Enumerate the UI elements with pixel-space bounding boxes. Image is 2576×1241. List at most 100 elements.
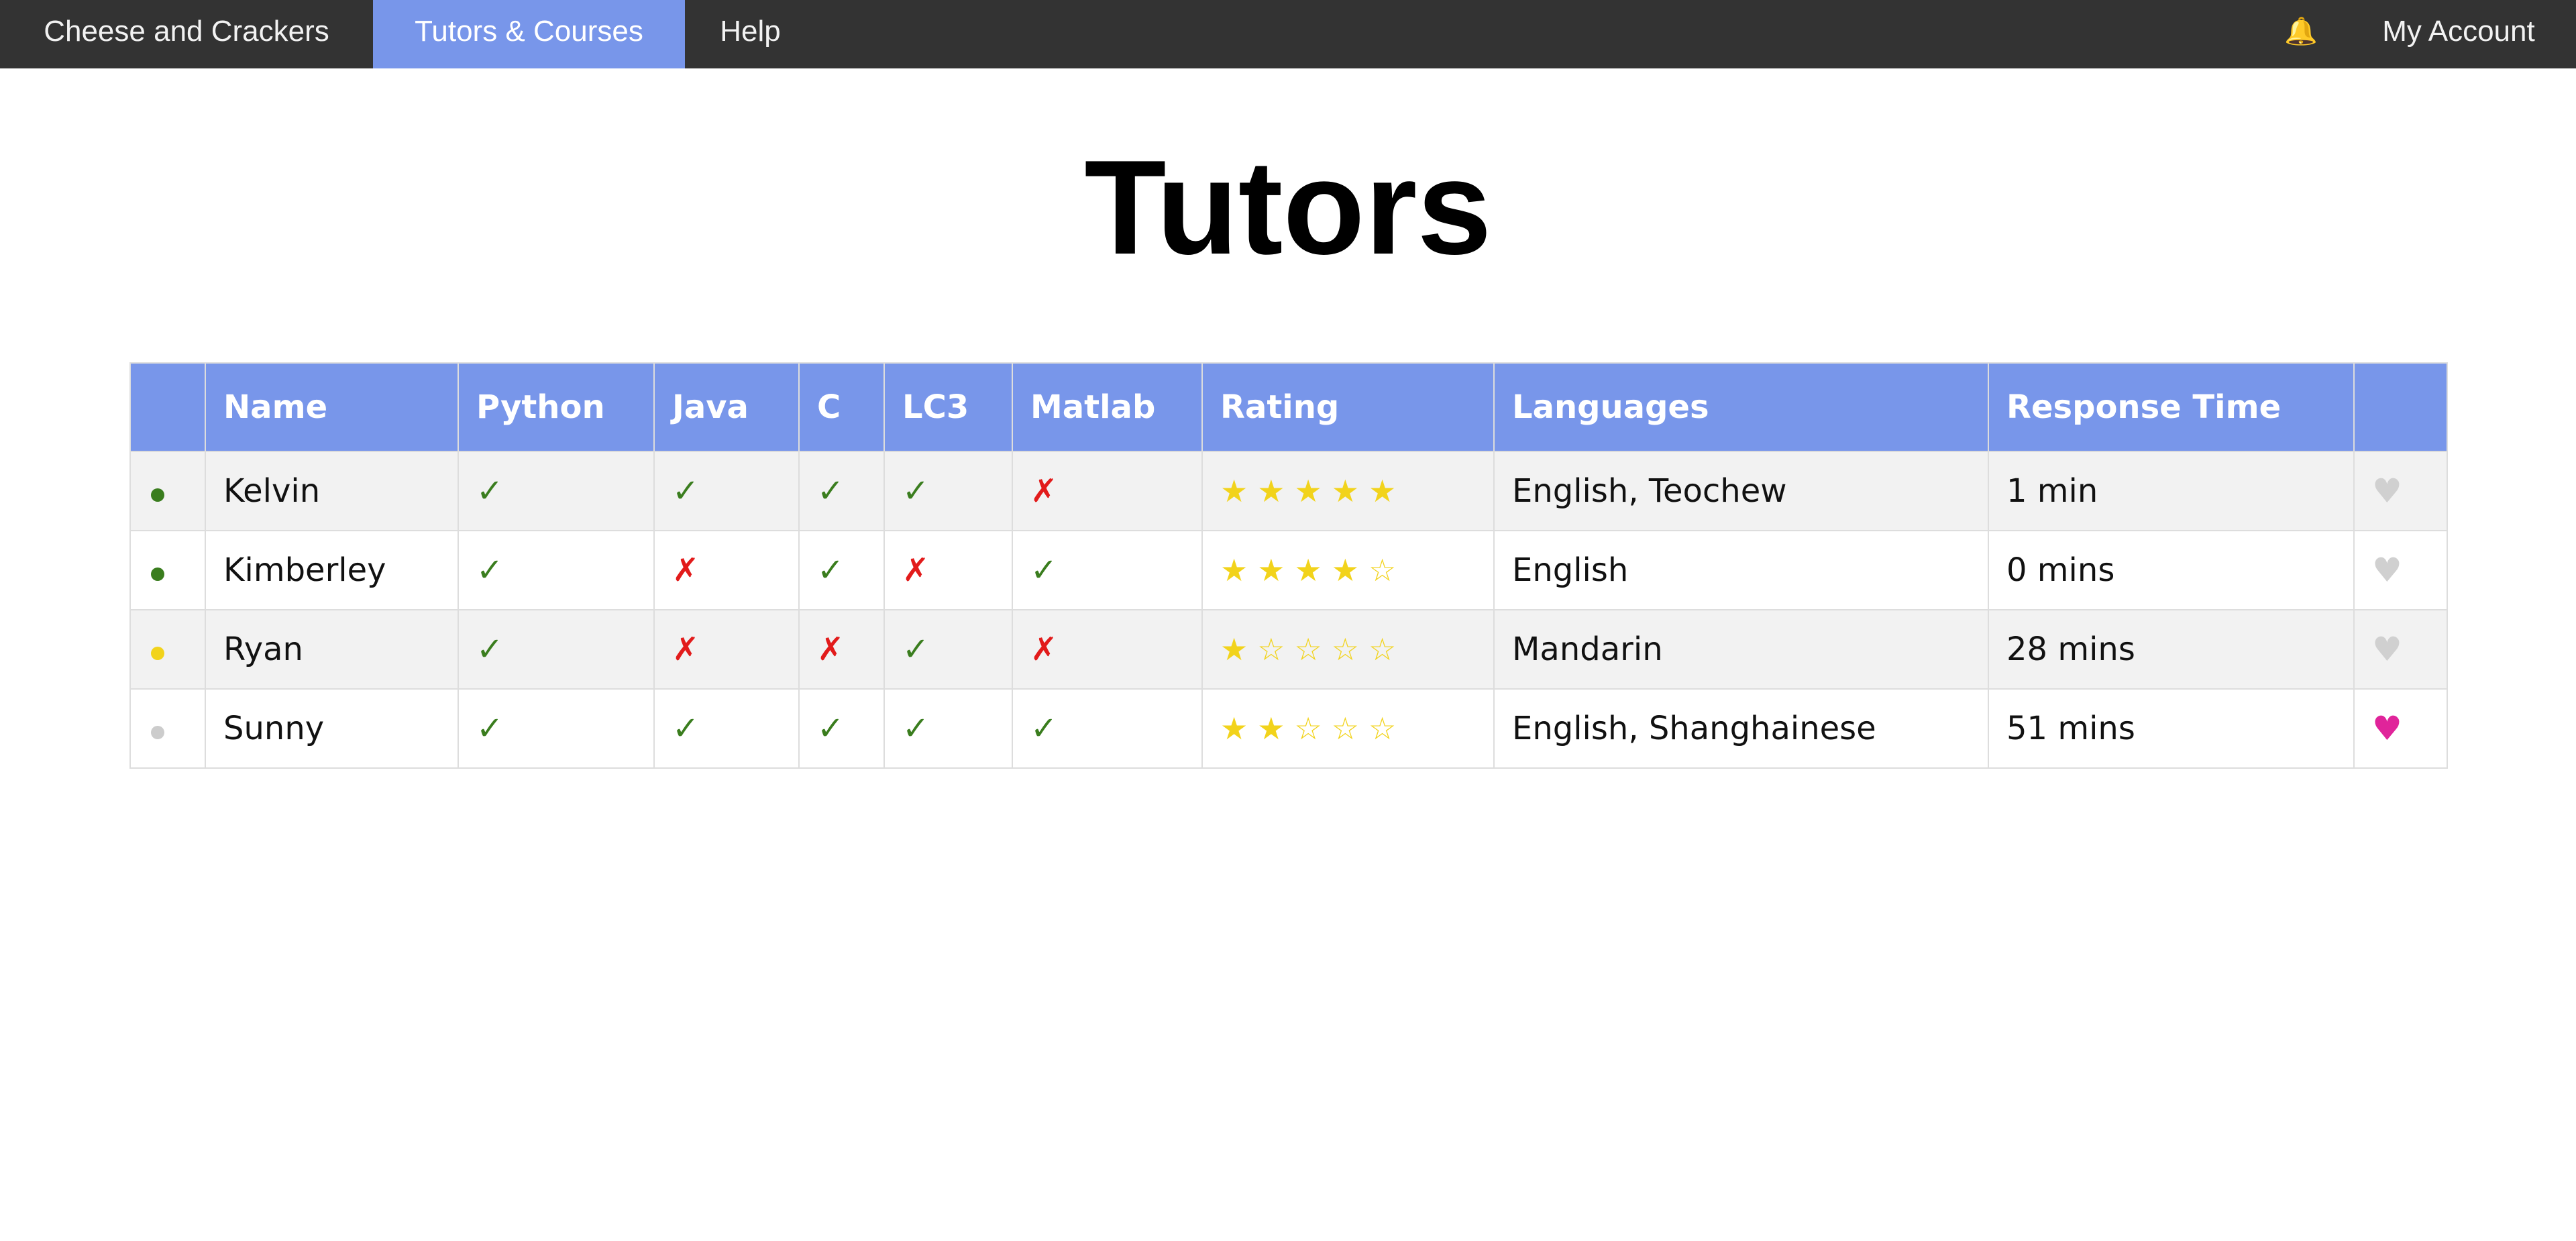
header-python[interactable]: Python xyxy=(458,362,655,452)
cross-icon: ✗ xyxy=(672,551,700,589)
top-nav: Cheese and Crackers Tutors & Courses Hel… xyxy=(0,0,2576,68)
header-name[interactable]: Name xyxy=(205,362,459,452)
response-time-cell: 0 mins xyxy=(1988,530,2355,610)
tutor-name[interactable]: Sunny xyxy=(205,688,459,769)
tutor-name[interactable]: Kelvin xyxy=(205,451,459,531)
table-header-row: Name Python Java C LC3 Matlab Rating Lan… xyxy=(129,362,2448,452)
bell-icon[interactable]: 🔔 xyxy=(2267,0,2334,68)
rating-cell: ★★☆☆☆ xyxy=(1201,688,1495,769)
check-icon: ✓ xyxy=(1030,710,1058,747)
skill-cell-python: ✓ xyxy=(458,451,655,531)
nav-help-link[interactable]: Help xyxy=(685,0,816,68)
rating-cell: ★☆☆☆☆ xyxy=(1201,609,1495,690)
check-icon: ✓ xyxy=(476,551,504,589)
table-row[interactable]: Sunny ✓ ✓ ✓ ✓ ✓ ★★☆☆☆ English, Shanghainese 51 m… xyxy=(129,688,2448,769)
languages-cell: Mandarin xyxy=(1493,609,1989,690)
cross-icon: ✗ xyxy=(672,631,700,668)
status-dot-icon xyxy=(151,647,164,660)
favorite-cell: ♥ xyxy=(2353,688,2448,769)
star-rating-icon: ★★☆☆☆ xyxy=(1220,710,1406,747)
tutor-name[interactable]: Ryan xyxy=(205,609,459,690)
header-c[interactable]: C xyxy=(798,362,885,452)
check-icon: ✓ xyxy=(902,710,930,747)
skill-cell-matlab: ✗ xyxy=(1012,609,1203,690)
status-cell xyxy=(129,451,206,531)
header-java[interactable]: Java xyxy=(653,362,800,452)
check-icon: ✓ xyxy=(476,472,504,510)
header-lc3[interactable]: LC3 xyxy=(883,362,1013,452)
tutors-table: Name Python Java C LC3 Matlab Rating Lan… xyxy=(129,362,2448,769)
cross-icon: ✗ xyxy=(902,551,930,589)
check-icon: ✓ xyxy=(672,472,700,510)
check-icon: ✓ xyxy=(672,710,700,747)
languages-cell: English, Shanghainese xyxy=(1493,688,1989,769)
languages-cell: English xyxy=(1493,530,1989,610)
cross-icon: ✗ xyxy=(1030,631,1058,668)
skill-cell-python: ✓ xyxy=(458,688,655,769)
skill-cell-c: ✓ xyxy=(798,530,885,610)
response-time-cell: 1 min xyxy=(1988,451,2355,531)
status-cell xyxy=(129,609,206,690)
star-rating-icon: ★★★★★ xyxy=(1220,473,1406,509)
skill-cell-java: ✗ xyxy=(653,609,800,690)
status-cell xyxy=(129,530,206,610)
rating-cell: ★★★★★ xyxy=(1201,451,1495,531)
skill-cell-c: ✓ xyxy=(798,451,885,531)
tutor-name[interactable]: Kimberley xyxy=(205,530,459,610)
rating-cell: ★★★★☆ xyxy=(1201,530,1495,610)
skill-cell-java: ✗ xyxy=(653,530,800,610)
check-icon: ✓ xyxy=(817,710,845,747)
table-row[interactable]: Ryan ✓ ✗ ✗ ✓ ✗ ★☆☆☆☆ Mandarin 28 mins ♥ xyxy=(129,609,2448,690)
header-response-time[interactable]: Response Time xyxy=(1988,362,2355,452)
star-rating-icon: ★★★★☆ xyxy=(1220,552,1406,588)
skill-cell-c: ✓ xyxy=(798,688,885,769)
table-row[interactable]: Kimberley ✓ ✗ ✓ ✗ ✓ ★★★★☆ English 0 mins ♥ xyxy=(129,530,2448,610)
skill-cell-python: ✓ xyxy=(458,609,655,690)
nav-tutors-courses-link[interactable]: Tutors & Courses xyxy=(373,0,685,68)
skill-cell-lc3: ✗ xyxy=(883,530,1013,610)
header-languages[interactable]: Languages xyxy=(1493,362,1989,452)
favorite-cell: ♥ xyxy=(2353,530,2448,610)
check-icon: ✓ xyxy=(476,710,504,747)
check-icon: ✓ xyxy=(1030,551,1058,589)
status-dot-icon xyxy=(151,568,164,581)
nav-my-account-link[interactable]: My Account xyxy=(2355,0,2563,68)
skill-cell-matlab: ✓ xyxy=(1012,530,1203,610)
check-icon: ✓ xyxy=(817,472,845,510)
skill-cell-lc3: ✓ xyxy=(883,451,1013,531)
check-icon: ✓ xyxy=(817,551,845,589)
status-dot-icon xyxy=(151,488,164,502)
heart-icon[interactable]: ♥ xyxy=(2372,472,2402,510)
table-row[interactable]: Kelvin ✓ ✓ ✓ ✓ ✗ ★★★★★ English, Teochew 1 min ♥ xyxy=(129,451,2448,531)
skill-cell-java: ✓ xyxy=(653,688,800,769)
skill-cell-c: ✗ xyxy=(798,609,885,690)
favorite-cell: ♥ xyxy=(2353,609,2448,690)
heart-icon[interactable]: ♥ xyxy=(2372,551,2402,590)
header-status xyxy=(129,362,206,452)
languages-cell: English, Teochew xyxy=(1493,451,1989,531)
skill-cell-matlab: ✓ xyxy=(1012,688,1203,769)
header-matlab[interactable]: Matlab xyxy=(1012,362,1203,452)
check-icon: ✓ xyxy=(476,631,504,668)
skill-cell-java: ✓ xyxy=(653,451,800,531)
header-rating[interactable]: Rating xyxy=(1201,362,1495,452)
skill-cell-lc3: ✓ xyxy=(883,609,1013,690)
skill-cell-matlab: ✗ xyxy=(1012,451,1203,531)
nav-brand-link[interactable]: Cheese and Crackers xyxy=(0,0,373,68)
response-time-cell: 28 mins xyxy=(1988,609,2355,690)
star-rating-icon: ★☆☆☆☆ xyxy=(1220,631,1406,667)
favorite-cell: ♥ xyxy=(2353,451,2448,531)
heart-icon[interactable]: ♥ xyxy=(2372,709,2402,748)
heart-icon[interactable]: ♥ xyxy=(2372,630,2402,669)
page-title: Tutors xyxy=(1084,133,1492,282)
response-time-cell: 51 mins xyxy=(1988,688,2355,769)
skill-cell-lc3: ✓ xyxy=(883,688,1013,769)
status-dot-icon xyxy=(151,726,164,739)
skill-cell-python: ✓ xyxy=(458,530,655,610)
cross-icon: ✗ xyxy=(817,631,845,668)
cross-icon: ✗ xyxy=(1030,472,1058,510)
header-favorite xyxy=(2353,362,2448,452)
status-cell xyxy=(129,688,206,769)
check-icon: ✓ xyxy=(902,472,930,510)
check-icon: ✓ xyxy=(902,631,930,668)
